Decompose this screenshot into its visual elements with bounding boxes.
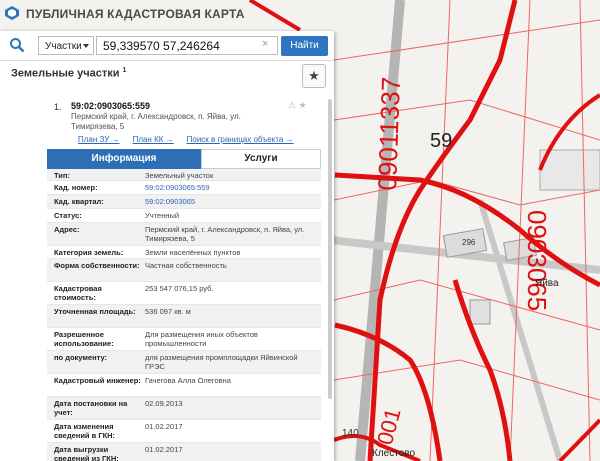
property-value: 01.02.2017: [145, 445, 183, 454]
property-value: Земельный участок: [145, 171, 214, 180]
property-label: Кад. номер:: [54, 183, 98, 192]
property-label: Тип:: [54, 171, 70, 180]
results-title: Земельные участки 1: [11, 67, 127, 80]
map-label-yayva: Яйва: [535, 278, 559, 289]
property-value[interactable]: 59:02:0903065: [145, 197, 315, 206]
property-label: Категория земель:: [54, 248, 124, 257]
property-row: Кадастровая стоимость: 253 547 076,15 руб…: [47, 282, 321, 305]
property-value: Частная собственность: [145, 261, 227, 270]
find-button[interactable]: Найти: [281, 36, 328, 56]
app-header: ПУБЛИЧНАЯ КАДАСТРОВАЯ КАРТА: [0, 0, 330, 28]
property-label: Статус:: [54, 211, 82, 220]
tab-services[interactable]: Услуги: [201, 149, 321, 169]
property-row: Тип: Земельный участок: [47, 169, 321, 181]
property-value: Для размещения иных объектов промышленно…: [145, 330, 258, 348]
info-panel: Участки 59,339570 57,246264 × Найти Земе…: [0, 31, 334, 461]
close-icon[interactable]: ×: [262, 38, 268, 50]
property-row: Категория земель: Земли населённых пункто…: [47, 246, 321, 259]
property-value: Учтенный: [145, 211, 180, 220]
property-label: Дата изменения сведений в ГКН:: [54, 422, 116, 440]
property-row: Дата выгрузки сведений из ГКН: 01.02.2017: [47, 443, 321, 461]
property-label: Уточненная площадь:: [54, 307, 136, 316]
app-title: ПУБЛИЧНАЯ КАДАСТРОВАЯ КАРТА: [26, 7, 245, 21]
results-count: 1: [122, 67, 127, 74]
map-label-quarter-2: 0903065: [522, 210, 552, 312]
property-value: 253 547 076,15 руб.: [145, 284, 214, 293]
property-row: Кад. номер: 59:02:0903065:559: [47, 181, 321, 195]
property-value: для размещения промплощадки Яйвинской ГР…: [145, 353, 298, 371]
map-label-296: 296: [462, 238, 476, 247]
results-list[interactable]: 1. 59:02:0903065:559 Пермский край, г. А…: [30, 99, 322, 461]
link-plan-zu[interactable]: План ЗУ →: [78, 135, 120, 144]
property-row: Дата постановки на учет: 02.09.2013: [47, 397, 321, 420]
property-label: Адрес:: [54, 225, 80, 234]
rosreestr-logo-icon: [5, 6, 19, 20]
property-value: 01.02.2017: [145, 422, 183, 431]
property-label: Кад. квартал:: [54, 197, 104, 206]
favorites-button[interactable]: ★: [302, 64, 326, 88]
link-search-within[interactable]: Поиск в границах объекта →: [187, 135, 294, 144]
result-tabs: Информация Услуги: [47, 149, 321, 169]
map-label-klestovo: Клестово: [372, 448, 416, 459]
result-cadastral-id[interactable]: 59:02:0903065:559: [71, 101, 150, 111]
property-row: по документу: для размещения промплощадки…: [47, 351, 321, 374]
property-label: Разрешенное использование:: [54, 330, 114, 348]
map-label-140: 140: [342, 428, 359, 439]
map-label-quarter-1: 09011337: [372, 76, 406, 192]
property-row: Адрес: Пермский край, г. Александровск, п…: [47, 223, 321, 246]
property-value: Пермский край, г. Александровск, п. Яйва…: [145, 225, 305, 243]
search-input[interactable]: 59,339570 57,246264: [96, 36, 278, 55]
property-label: по документу:: [54, 353, 108, 362]
result-address: Пермский край, г. Александровск, п. Яйва…: [71, 112, 241, 131]
warning-icon[interactable]: ⚠ ★: [288, 100, 307, 111]
property-value: Гачегова Алла Олеговна: [145, 376, 231, 385]
property-row: Форма собственности: Частная собственност…: [47, 259, 321, 282]
property-label: Форма собственности:: [54, 261, 140, 270]
search-icon[interactable]: [9, 37, 25, 53]
link-plan-kk[interactable]: План КК →: [133, 135, 174, 144]
property-value: 536 097 кв. м: [145, 307, 191, 316]
property-row: Статус: Учтенный: [47, 209, 321, 223]
property-value: 02.09.2013: [145, 399, 183, 408]
chevron-down-icon: [83, 44, 89, 48]
star-icon: ★: [308, 68, 320, 83]
property-row: Кад. квартал: 59:02:0903065: [47, 195, 321, 209]
property-label: Дата постановки на учет:: [54, 399, 128, 417]
result-links: План ЗУ → План КК → Поиск в границах объек…: [78, 135, 307, 144]
tab-info[interactable]: Информация: [47, 149, 201, 169]
map-label-59: 59: [430, 130, 453, 152]
search-type-label: Участки: [45, 41, 82, 52]
property-row: Уточненная площадь: 536 097 кв. м: [47, 305, 321, 328]
properties-table: Тип: Земельный участок Кад. номер: 59:02:09…: [47, 169, 321, 461]
search-type-select[interactable]: Участки: [38, 36, 94, 55]
results-header: Земельные участки 1 ★: [0, 61, 334, 91]
property-label: Кадастровая стоимость:: [54, 284, 102, 302]
panel-scrollbar[interactable]: [328, 99, 332, 399]
property-label: Дата выгрузки сведений из ГКН:: [54, 445, 119, 461]
property-value: Земли населённых пунктов: [145, 248, 241, 257]
property-label: Кадастровый инженер:: [54, 376, 141, 385]
property-row: Кадастровый инженер: Гачегова Алла Олегов…: [47, 374, 321, 397]
search-bar: Участки 59,339570 57,246264 × Найти: [0, 31, 334, 61]
property-row: Разрешенное использование: Для размещения…: [47, 328, 321, 351]
result-item[interactable]: 1. 59:02:0903065:559 Пермский край, г. А…: [30, 99, 322, 149]
result-number: 1.: [54, 102, 62, 112]
property-row: Дата изменения сведений в ГКН: 01.02.2017: [47, 420, 321, 443]
property-value[interactable]: 59:02:0903065:559: [145, 183, 315, 192]
